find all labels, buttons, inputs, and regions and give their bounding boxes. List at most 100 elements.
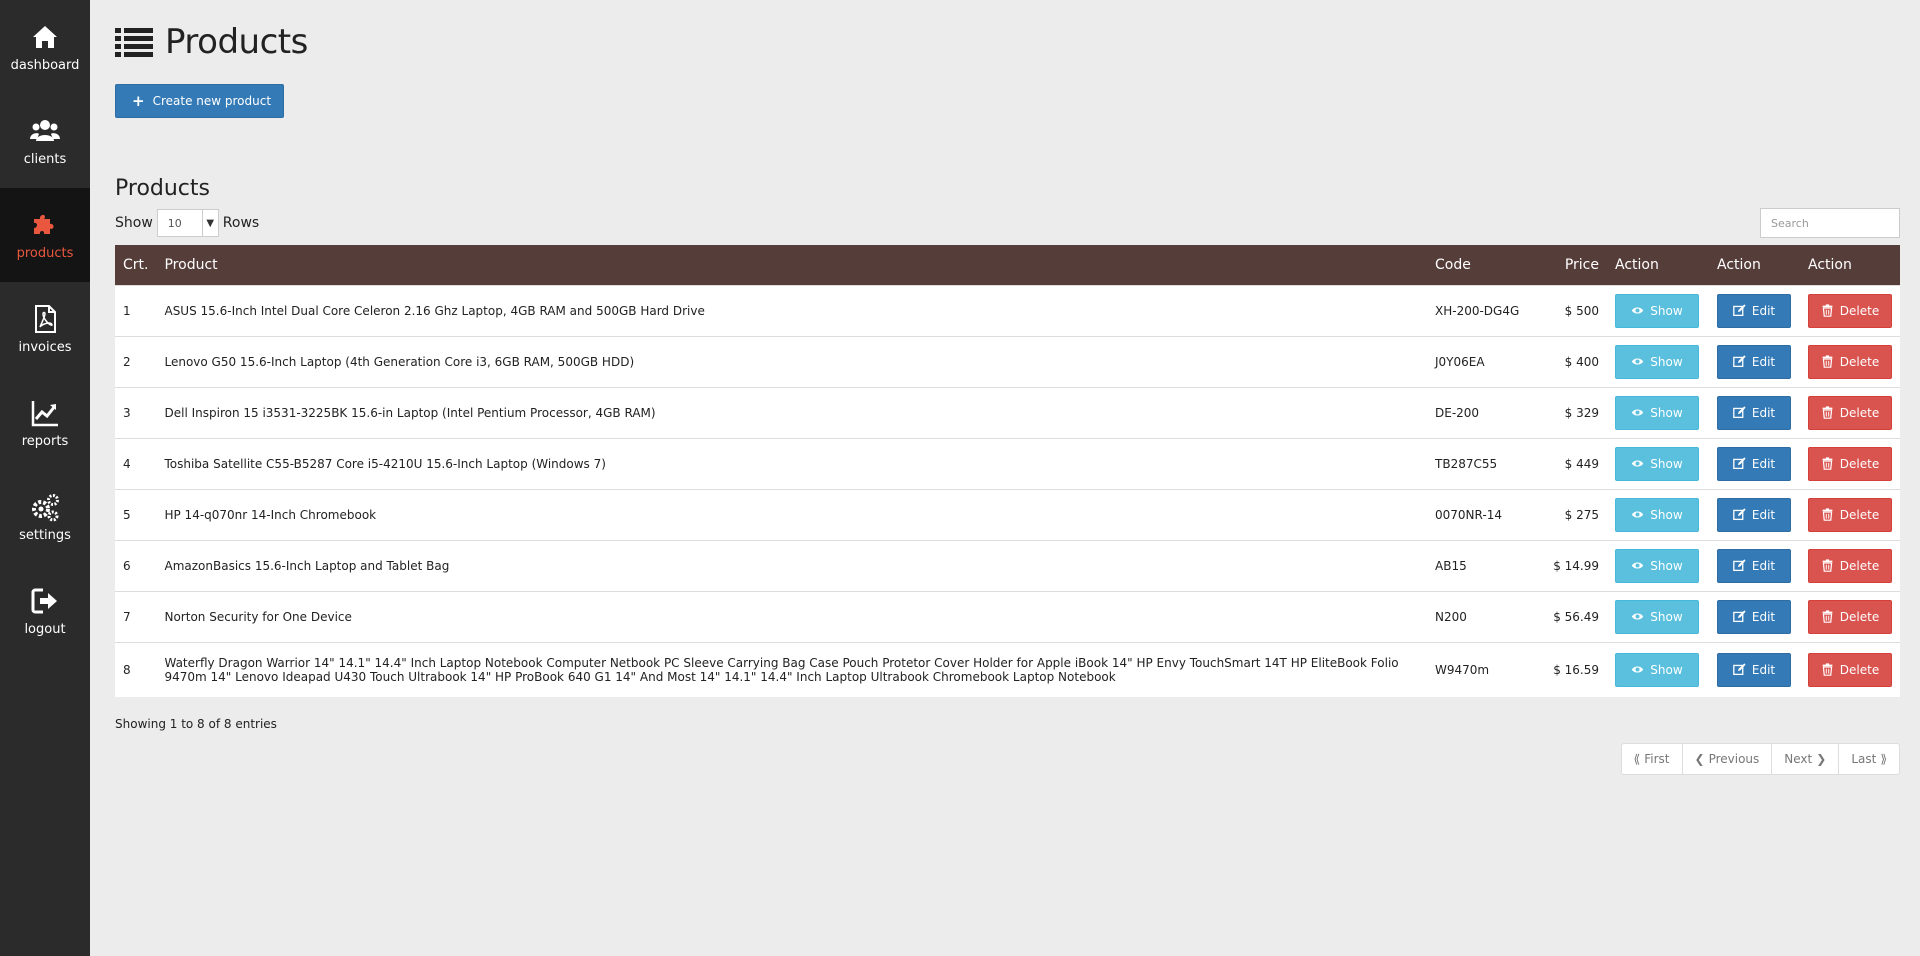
edit-label: Edit xyxy=(1751,303,1776,318)
table-row: 4 Toshiba Satellite C55-B5287 Core i5-421… xyxy=(115,438,1900,489)
show-button[interactable]: Show xyxy=(1615,293,1699,328)
column-header-action: Action xyxy=(1615,256,1659,273)
next-page-label: Next xyxy=(1784,752,1813,766)
show-button[interactable]: Show xyxy=(1615,344,1699,379)
table-row: 3 Dell Inspiron 15 i3531-3225BK 15.6-in L… xyxy=(115,387,1900,438)
sidebar-item-invoices[interactable]: invoices xyxy=(0,282,90,376)
delete-button[interactable]: Delete xyxy=(1808,293,1892,328)
show-button[interactable]: Show xyxy=(1615,395,1699,430)
edit-icon xyxy=(1733,559,1746,572)
show-label: Show xyxy=(1650,558,1683,573)
plus-icon: + xyxy=(132,91,145,110)
search-input[interactable] xyxy=(1760,208,1900,238)
first-page-button[interactable]: ⟪ First xyxy=(1620,743,1683,775)
last-page-button[interactable]: Last ⟫ xyxy=(1838,743,1900,775)
sidebar-item-logout[interactable]: logout xyxy=(0,564,90,658)
edit-button[interactable]: Edit xyxy=(1717,548,1791,583)
cell-action-edit: Edit xyxy=(1709,642,1800,697)
trash-icon xyxy=(1822,304,1833,317)
home-icon xyxy=(33,25,57,48)
page-title: Products xyxy=(165,22,308,62)
edit-icon xyxy=(1733,663,1746,676)
cell-action-show: Show xyxy=(1607,591,1709,642)
edit-button[interactable]: Edit xyxy=(1717,599,1791,634)
delete-button[interactable]: Delete xyxy=(1808,344,1892,379)
cell-action-delete: Delete xyxy=(1800,591,1900,642)
cell-code: J0Y06EA xyxy=(1435,354,1485,369)
cell-action-delete: Delete xyxy=(1800,489,1900,540)
delete-button[interactable]: Delete xyxy=(1808,395,1892,430)
double-chevron-right-icon: ⟫ xyxy=(1880,752,1887,766)
create-product-button[interactable]: + Create new product xyxy=(115,84,285,118)
show-label: Show xyxy=(115,215,153,231)
cell-action-show: Show xyxy=(1607,285,1709,336)
edit-label: Edit xyxy=(1751,354,1776,369)
show-button[interactable]: Show xyxy=(1615,497,1699,532)
cell-price: $ 449 xyxy=(1564,456,1599,471)
first-page-label: First xyxy=(1644,752,1670,766)
column-header-code[interactable]: Code xyxy=(1427,245,1537,285)
sidebar-item-dashboard[interactable]: dashboard xyxy=(0,0,90,94)
edit-button[interactable]: Edit xyxy=(1717,446,1791,481)
cell-product: Dell Inspiron 15 i3531-3225BK 15.6-in La… xyxy=(164,405,656,420)
cell-code: W9470m xyxy=(1435,662,1490,677)
sidebar-item-clients[interactable]: clients xyxy=(0,94,90,188)
show-button[interactable]: Show xyxy=(1615,652,1699,687)
pdf-file-icon xyxy=(35,304,56,333)
rows-per-page: Show 10 ▼ Rows xyxy=(115,209,259,237)
previous-page-button[interactable]: ❮ Previous xyxy=(1681,743,1773,775)
table-controls: Show 10 ▼ Rows xyxy=(115,207,1900,239)
edit-button[interactable]: Edit xyxy=(1717,293,1791,328)
edit-button[interactable]: Edit xyxy=(1717,395,1791,430)
cell-code: TB287C55 xyxy=(1435,456,1498,471)
cell-price: $ 500 xyxy=(1564,303,1599,318)
cell-action-show: Show xyxy=(1607,336,1709,387)
sidebar-item-reports[interactable]: reports xyxy=(0,376,90,470)
show-label: Show xyxy=(1650,405,1683,420)
column-header-price[interactable]: Price xyxy=(1537,245,1607,285)
create-product-label: Create new product xyxy=(152,94,272,108)
table-row: 2 Lenovo G50 15.6-Inch Laptop (4th Genera… xyxy=(115,336,1900,387)
edit-label: Edit xyxy=(1751,662,1776,677)
next-page-button[interactable]: Next ❯ xyxy=(1771,743,1840,775)
cell-action-edit: Edit xyxy=(1709,489,1800,540)
cell-action-show: Show xyxy=(1607,489,1709,540)
edit-button[interactable]: Edit xyxy=(1717,344,1791,379)
sidebar-item-label: settings xyxy=(19,527,71,543)
edit-label: Edit xyxy=(1751,405,1776,420)
delete-button[interactable]: Delete xyxy=(1808,652,1892,687)
edit-label: Edit xyxy=(1751,507,1776,522)
cell-action-show: Show xyxy=(1607,387,1709,438)
cell-action-show: Show xyxy=(1607,642,1709,697)
cell-crt: 3 xyxy=(123,405,131,420)
rows-select-value: 10 xyxy=(167,216,182,230)
eye-icon xyxy=(1632,460,1644,467)
eye-icon xyxy=(1632,409,1644,416)
edit-label: Edit xyxy=(1751,558,1776,573)
rows-select[interactable]: 10 ▼ xyxy=(156,209,219,237)
cell-price: $ 14.99 xyxy=(1553,558,1599,573)
column-header-crt[interactable]: Crt. xyxy=(115,245,156,285)
delete-label: Delete xyxy=(1839,558,1880,573)
puzzle-icon xyxy=(34,214,54,234)
show-button[interactable]: Show xyxy=(1615,446,1699,481)
cell-action-delete: Delete xyxy=(1800,285,1900,336)
delete-button[interactable]: Delete xyxy=(1808,497,1892,532)
sidebar-item-products[interactable]: products xyxy=(0,188,90,282)
delete-label: Delete xyxy=(1839,354,1880,369)
show-button[interactable]: Show xyxy=(1615,548,1699,583)
eye-icon xyxy=(1632,511,1644,518)
eye-icon xyxy=(1632,613,1644,620)
delete-button[interactable]: Delete xyxy=(1808,548,1892,583)
column-header-product[interactable]: Product xyxy=(156,245,1427,285)
edit-button[interactable]: Edit xyxy=(1717,652,1791,687)
sidebar-item-settings[interactable]: settings xyxy=(0,470,90,564)
delete-label: Delete xyxy=(1839,303,1880,318)
delete-label: Delete xyxy=(1839,456,1880,471)
eye-icon xyxy=(1632,307,1644,314)
show-button[interactable]: Show xyxy=(1615,599,1699,634)
delete-button[interactable]: Delete xyxy=(1808,446,1892,481)
edit-button[interactable]: Edit xyxy=(1717,497,1791,532)
delete-button[interactable]: Delete xyxy=(1808,599,1892,634)
products-table: Crt. Product Code Price Action Action Ac… xyxy=(115,245,1900,697)
